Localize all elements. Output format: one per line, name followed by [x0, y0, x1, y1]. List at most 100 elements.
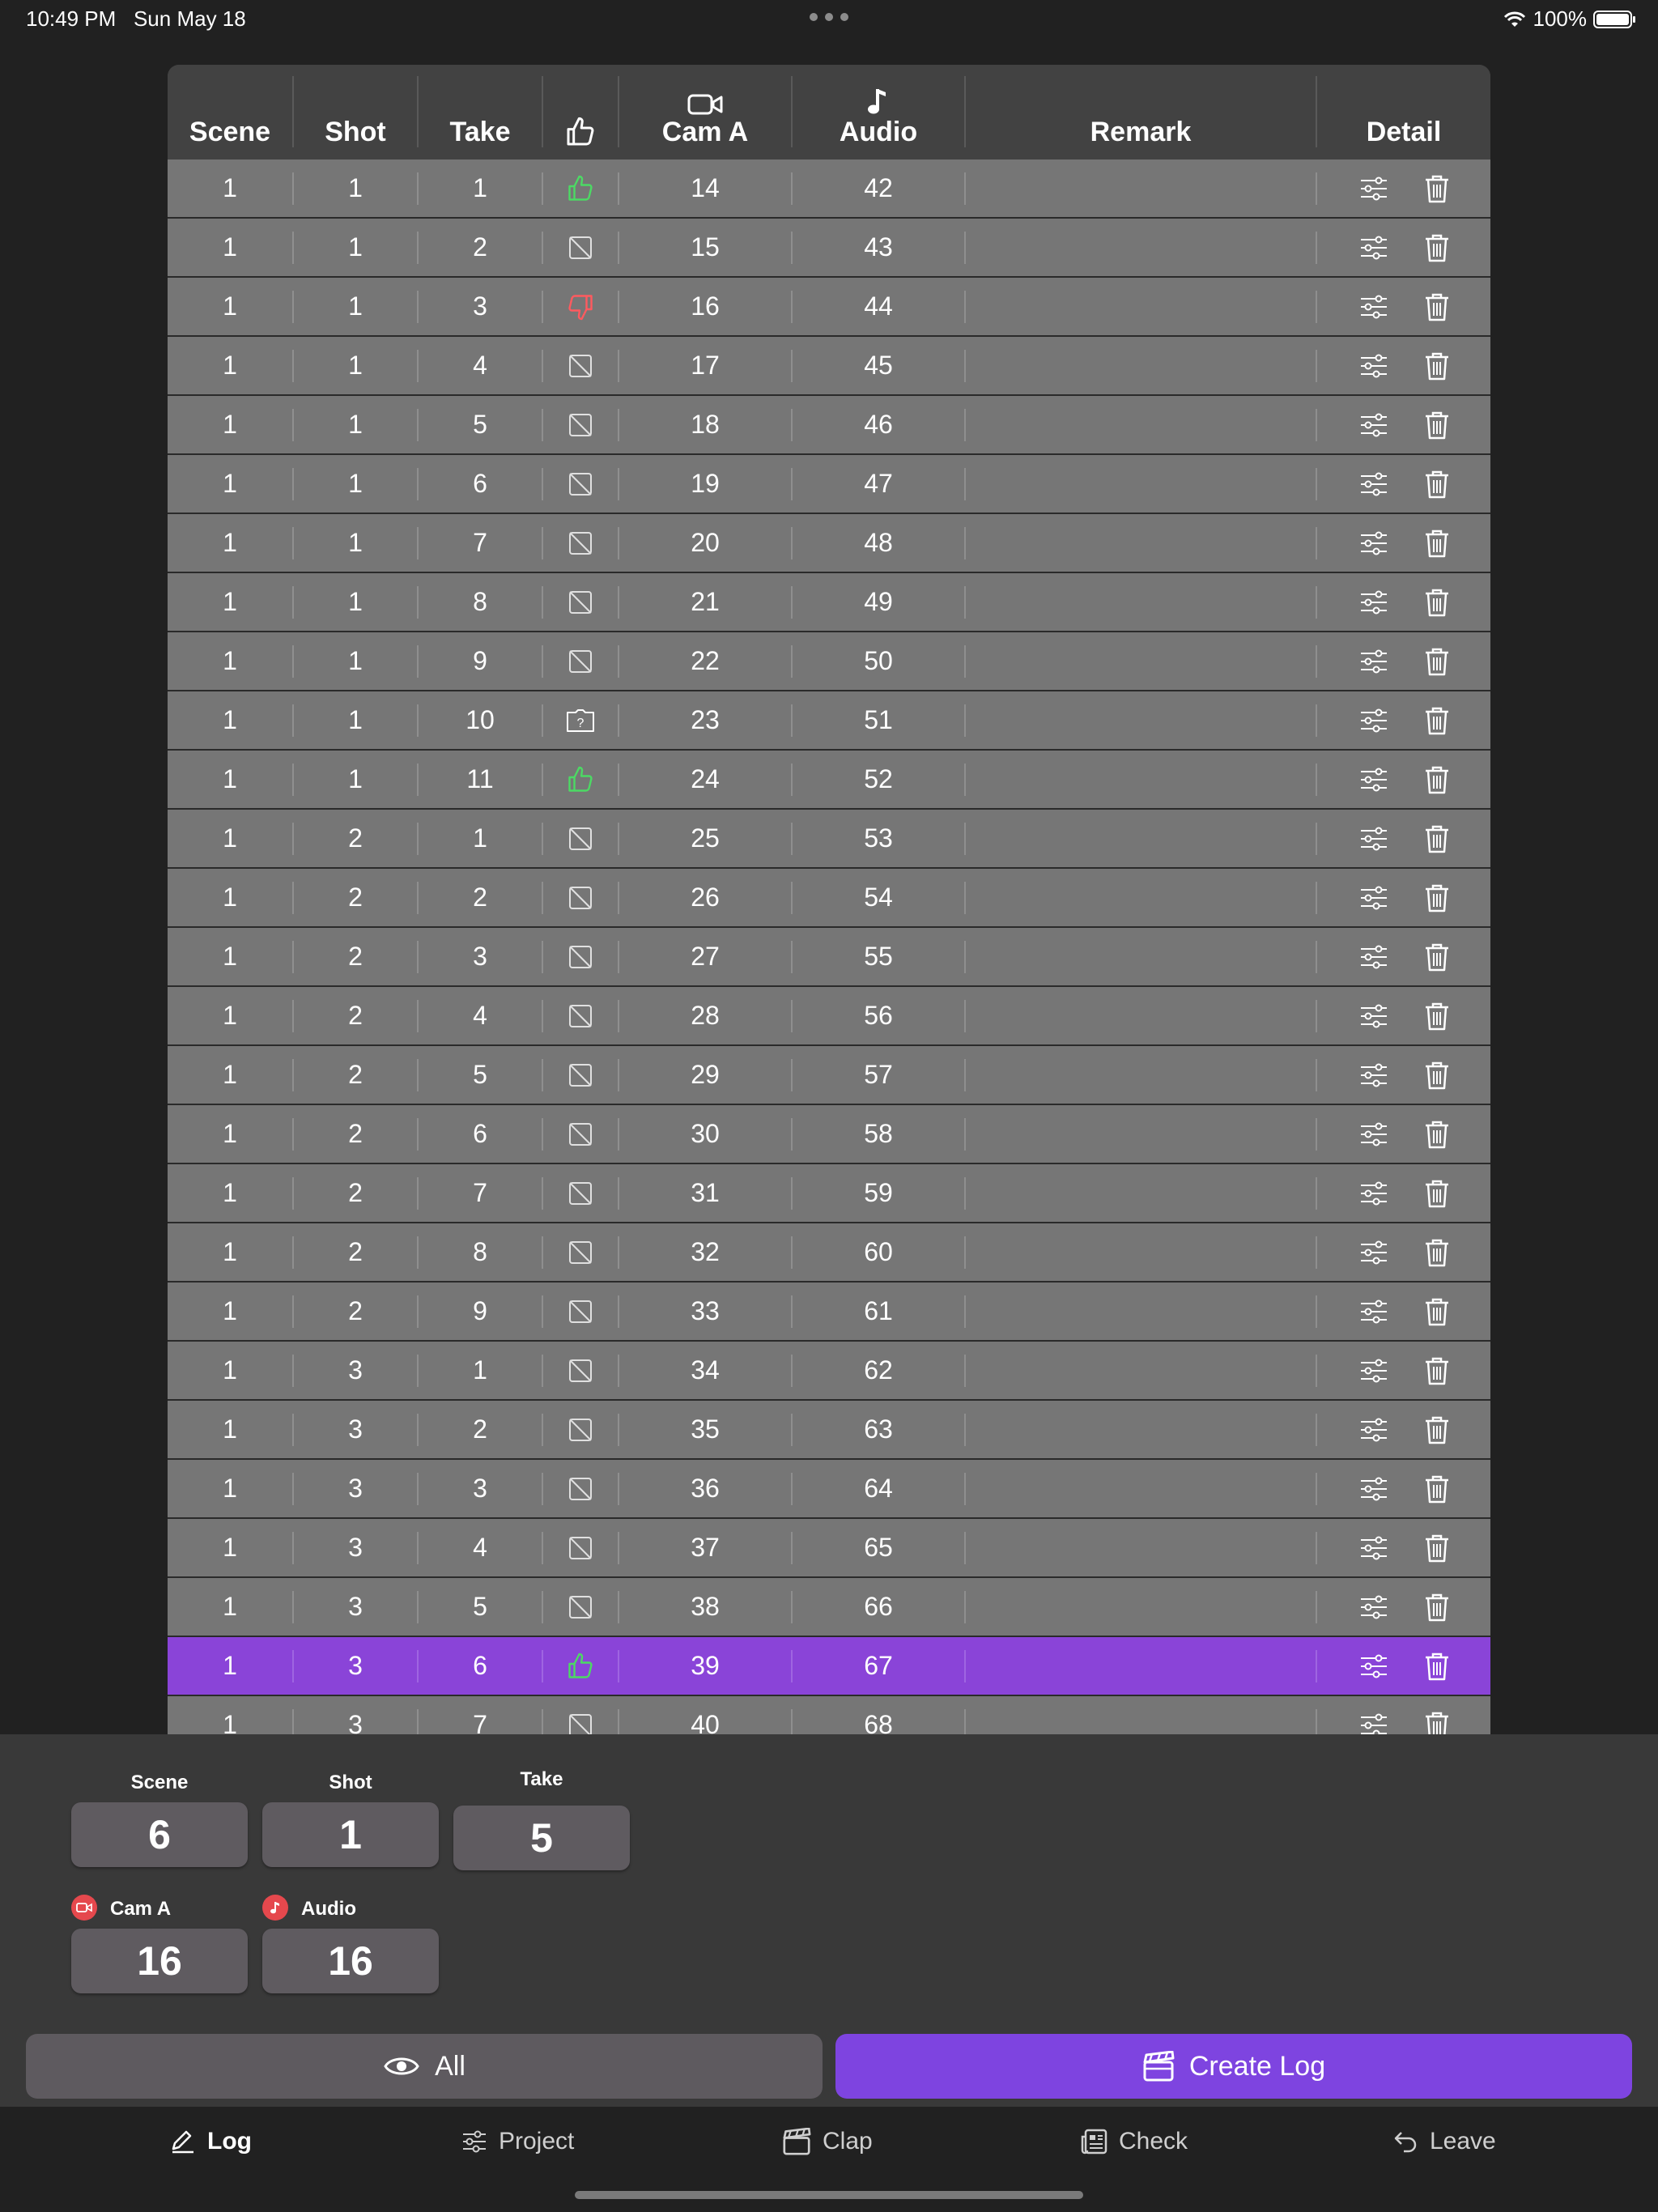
- cell-rating[interactable]: [543, 1401, 618, 1458]
- table-row[interactable]: 1 2 1 25 53: [168, 810, 1490, 869]
- cell-rating[interactable]: [543, 514, 618, 572]
- delete-button[interactable]: [1413, 278, 1461, 335]
- table-row[interactable]: 1 1 7 20 48: [168, 514, 1490, 573]
- cell-rating[interactable]: [543, 278, 618, 335]
- detail-button[interactable]: [1350, 573, 1398, 631]
- table-row[interactable]: 1 3 4 37 65: [168, 1519, 1490, 1578]
- header-shot[interactable]: Shot: [294, 65, 417, 160]
- delete-button[interactable]: [1413, 1342, 1461, 1399]
- detail-button[interactable]: [1350, 632, 1398, 690]
- tab-log[interactable]: Log: [170, 2121, 252, 2162]
- cell-rating[interactable]: [543, 1460, 618, 1517]
- table-row[interactable]: 1 2 3 27 55: [168, 928, 1490, 987]
- cell-rating[interactable]: [543, 751, 618, 808]
- detail-button[interactable]: [1350, 751, 1398, 808]
- delete-button[interactable]: [1413, 337, 1461, 394]
- table-row[interactable]: 1 2 9 33 61: [168, 1283, 1490, 1342]
- detail-button[interactable]: [1350, 1637, 1398, 1695]
- table-row[interactable]: 1 1 10? 23 51: [168, 691, 1490, 751]
- delete-button[interactable]: [1413, 1696, 1461, 1734]
- delete-button[interactable]: [1413, 1578, 1461, 1636]
- detail-button[interactable]: [1350, 1696, 1398, 1734]
- delete-button[interactable]: [1413, 632, 1461, 690]
- header-remark[interactable]: Remark: [966, 65, 1316, 160]
- cell-remark[interactable]: [966, 455, 1316, 513]
- cell-rating[interactable]: [543, 396, 618, 453]
- header-cam-a[interactable]: Cam A: [619, 65, 791, 160]
- delete-button[interactable]: [1413, 1637, 1461, 1695]
- header-scene[interactable]: Scene: [168, 65, 292, 160]
- cell-rating[interactable]: [543, 1283, 618, 1340]
- cell-remark[interactable]: [966, 219, 1316, 276]
- cell-remark[interactable]: [966, 1637, 1316, 1695]
- detail-button[interactable]: [1350, 1578, 1398, 1636]
- table-row[interactable]: 1 3 6 39 67: [168, 1637, 1490, 1696]
- cell-rating[interactable]: [543, 337, 618, 394]
- cell-remark[interactable]: [966, 1164, 1316, 1222]
- cam-a-field[interactable]: 16: [71, 1929, 248, 1993]
- table-row[interactable]: 1 2 8 32 60: [168, 1223, 1490, 1283]
- table-row[interactable]: 1 3 5 38 66: [168, 1578, 1490, 1637]
- delete-button[interactable]: [1413, 1046, 1461, 1104]
- table-row[interactable]: 1 1 2 15 43: [168, 219, 1490, 278]
- cell-rating[interactable]: [543, 987, 618, 1044]
- cell-rating[interactable]: [543, 869, 618, 926]
- detail-button[interactable]: [1350, 1460, 1398, 1517]
- take-field[interactable]: 5: [453, 1806, 630, 1870]
- cell-rating[interactable]: [543, 1105, 618, 1163]
- delete-button[interactable]: [1413, 1283, 1461, 1340]
- cell-remark[interactable]: [966, 1223, 1316, 1281]
- delete-button[interactable]: [1413, 514, 1461, 572]
- detail-button[interactable]: [1350, 1519, 1398, 1576]
- home-indicator[interactable]: [575, 2191, 1083, 2199]
- detail-button[interactable]: [1350, 1283, 1398, 1340]
- delete-button[interactable]: [1413, 160, 1461, 217]
- cell-remark[interactable]: [966, 632, 1316, 690]
- detail-button[interactable]: [1350, 396, 1398, 453]
- detail-button[interactable]: [1350, 337, 1398, 394]
- shot-field[interactable]: 1: [262, 1802, 439, 1867]
- table-row[interactable]: 1 3 3 36 64: [168, 1460, 1490, 1519]
- table-row[interactable]: 1 2 5 29 57: [168, 1046, 1490, 1105]
- table-row[interactable]: 1 2 2 26 54: [168, 869, 1490, 928]
- delete-button[interactable]: [1413, 1164, 1461, 1222]
- detail-button[interactable]: [1350, 1342, 1398, 1399]
- cell-rating[interactable]: [543, 573, 618, 631]
- delete-button[interactable]: [1413, 1223, 1461, 1281]
- detail-button[interactable]: [1350, 928, 1398, 985]
- delete-button[interactable]: [1413, 691, 1461, 749]
- detail-button[interactable]: [1350, 514, 1398, 572]
- delete-button[interactable]: [1413, 810, 1461, 867]
- detail-button[interactable]: [1350, 810, 1398, 867]
- table-row[interactable]: 1 1 8 21 49: [168, 573, 1490, 632]
- header-take[interactable]: Take: [419, 65, 542, 160]
- cell-remark[interactable]: [966, 928, 1316, 985]
- tab-check[interactable]: Check: [1080, 2121, 1188, 2162]
- cell-remark[interactable]: [966, 869, 1316, 926]
- header-audio[interactable]: Audio: [793, 65, 964, 160]
- detail-button[interactable]: [1350, 219, 1398, 276]
- cell-rating[interactable]: [543, 1164, 618, 1222]
- cell-rating[interactable]: [543, 1637, 618, 1695]
- table-row[interactable]: 1 2 4 28 56: [168, 987, 1490, 1046]
- cell-remark[interactable]: [966, 691, 1316, 749]
- table-row[interactable]: 1 1 5 18 46: [168, 396, 1490, 455]
- delete-button[interactable]: [1413, 1519, 1461, 1576]
- delete-button[interactable]: [1413, 987, 1461, 1044]
- cell-rating[interactable]: ?: [543, 691, 618, 749]
- show-all-button[interactable]: All: [26, 2034, 823, 2099]
- table-row[interactable]: 1 2 7 31 59: [168, 1164, 1490, 1223]
- detail-button[interactable]: [1350, 455, 1398, 513]
- cell-rating[interactable]: [543, 1696, 618, 1734]
- cell-remark[interactable]: [966, 1578, 1316, 1636]
- delete-button[interactable]: [1413, 751, 1461, 808]
- detail-button[interactable]: [1350, 278, 1398, 335]
- cell-remark[interactable]: [966, 160, 1316, 217]
- table-row[interactable]: 1 1 6 19 47: [168, 455, 1490, 514]
- cell-rating[interactable]: [543, 1578, 618, 1636]
- cell-rating[interactable]: [543, 219, 618, 276]
- cell-remark[interactable]: [966, 278, 1316, 335]
- detail-button[interactable]: [1350, 869, 1398, 926]
- cell-rating[interactable]: [543, 1046, 618, 1104]
- create-log-button[interactable]: Create Log: [835, 2034, 1632, 2099]
